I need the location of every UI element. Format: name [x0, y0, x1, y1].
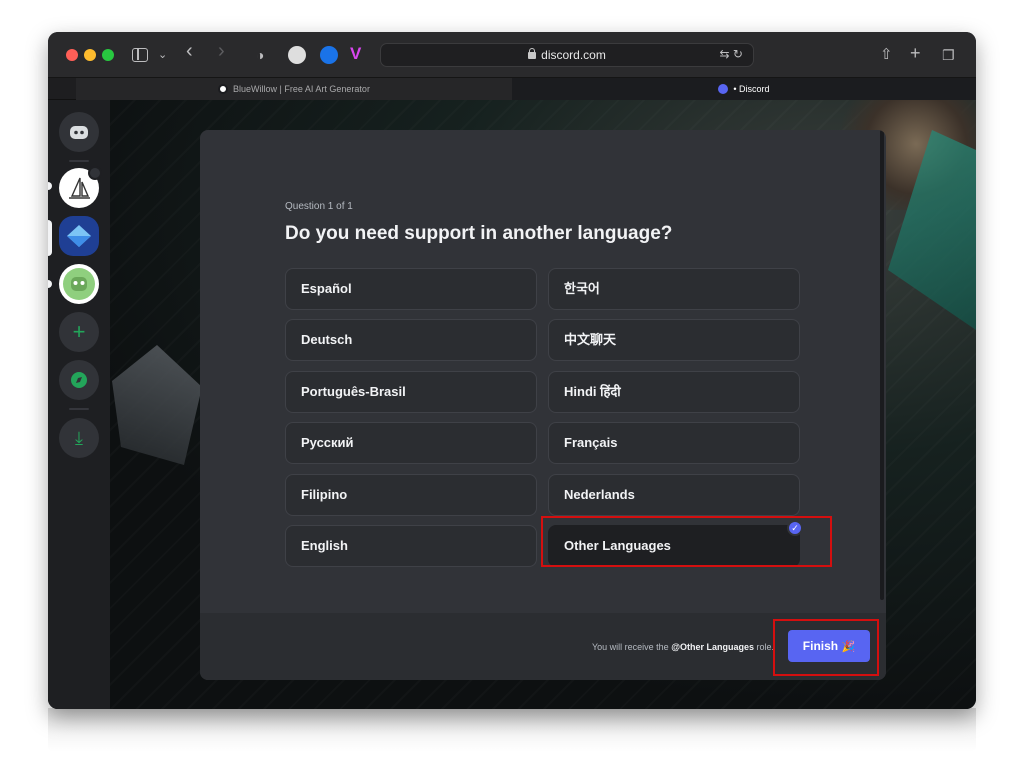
discord-home-icon[interactable] [59, 112, 99, 152]
minimize-window-button[interactable] [84, 49, 96, 61]
bluewillow-icon [218, 84, 229, 94]
address-bar[interactable]: discord.com ⇆ ↻ [380, 43, 754, 67]
translate-icon[interactable]: ⇆ ↻ [720, 47, 743, 61]
browser-toolbar: ⌄ ‹ › ◑ V discord.com ⇆ ↻ ⇧ + ❐ [48, 32, 976, 78]
option-label: Nederlands [564, 487, 635, 502]
finish-label: Finish [802, 639, 839, 653]
option-espanol[interactable]: Español [285, 268, 537, 310]
option-label: English [301, 538, 348, 553]
explore-compass-icon[interactable] [59, 360, 99, 400]
modal-body: Question 1 of 1 Do you need support in a… [200, 130, 886, 613]
extension-v-icon[interactable]: V [350, 43, 361, 65]
role-notice-prefix: You will receive the [591, 642, 672, 652]
shield-icon[interactable]: ◑ [256, 44, 264, 66]
option-deutsch[interactable]: Deutsch [285, 319, 537, 361]
onboarding-modal: Question 1 of 1 Do you need support in a… [200, 130, 886, 680]
tab-label: • Discord [733, 84, 770, 94]
tab-bluewillow[interactable]: BlueWillow | Free AI Art Generator [76, 78, 512, 100]
option-label: Français [564, 435, 618, 450]
sidebar-toggle-icon[interactable] [132, 48, 148, 62]
option-nederlands[interactable]: Nederlands [548, 474, 800, 516]
option-portugues-brasil[interactable]: Português-Brasil [285, 371, 537, 413]
download-apps-icon[interactable]: ⤓ [59, 418, 99, 458]
question-counter: Question 1 of 1 [285, 201, 353, 212]
option-label: Русский [301, 435, 354, 450]
close-window-button[interactable] [66, 49, 78, 61]
forward-arrow-icon[interactable]: › [218, 40, 225, 62]
tab-label: BlueWillow | Free AI Art Generator [233, 84, 370, 94]
server-separator [69, 160, 89, 162]
tab-discord[interactable]: • Discord [512, 78, 976, 100]
new-tab-icon[interactable]: + [910, 42, 921, 64]
address-text: discord.com [541, 48, 606, 62]
option-korean[interactable]: 한국어 [548, 268, 800, 310]
server-unread-pill [48, 182, 52, 190]
chevron-down-icon[interactable]: ⌄ [158, 44, 167, 66]
option-label: Deutsch [301, 332, 353, 347]
option-label: Hindi हिंदी [564, 384, 621, 399]
option-filipino[interactable]: Filipino [285, 474, 537, 516]
tab-bar: BlueWillow | Free AI Art Generator • Dis… [48, 78, 976, 100]
option-label: 한국어 [564, 281, 600, 296]
extension-icon-2[interactable] [320, 46, 338, 64]
server-unread-pill [48, 280, 52, 288]
option-label: Other Languages [564, 538, 671, 553]
server-midjourney-icon[interactable] [59, 166, 102, 208]
option-francais[interactable]: Français [548, 422, 800, 464]
background-art-polyhedron [112, 345, 202, 465]
zoom-window-button[interactable] [102, 49, 114, 61]
server-selected-pill [48, 220, 52, 256]
checkmark-icon: ✓ [787, 520, 803, 536]
option-russian[interactable]: Русский [285, 422, 537, 464]
share-icon[interactable]: ⇧ [880, 44, 893, 66]
discord-page: + ⤓ Question 1 of 1 Do you need support … [48, 100, 976, 709]
role-notice-suffix: role. [753, 642, 774, 652]
browser-window: ⌄ ‹ › ◑ V discord.com ⇆ ↻ ⇧ + ❐ BlueWill… [48, 32, 976, 709]
modal-scrollbar[interactable] [880, 130, 884, 600]
back-arrow-icon[interactable]: ‹ [186, 40, 193, 62]
screenshot-stage: ⌄ ‹ › ◑ V discord.com ⇆ ↻ ⇧ + ❐ BlueWill… [0, 0, 1024, 772]
option-label: Filipino [301, 487, 348, 502]
tab-overview-icon[interactable]: ❐ [942, 44, 955, 66]
option-other-languages[interactable]: Other Languages ✓ [548, 520, 803, 567]
finish-button[interactable]: Finish 🎉 [788, 630, 870, 662]
option-chinese[interactable]: 中文聊天 [548, 319, 800, 361]
server-list: + ⤓ [48, 100, 110, 709]
lock-icon [528, 48, 537, 59]
modal-footer: You will receive the @Other Languages ro… [200, 613, 886, 680]
server-robot-icon[interactable] [59, 264, 99, 304]
server-bluewillow-icon[interactable] [59, 216, 99, 256]
question-title: Do you need support in another language? [285, 223, 673, 244]
role-notice: You will receive the @Other Languages ro… [592, 642, 774, 652]
add-server-icon[interactable]: + [59, 312, 99, 352]
option-hindi[interactable]: Hindi हिंदी [548, 371, 800, 413]
option-label: Español [301, 281, 352, 296]
party-popper-icon: 🎉 [841, 641, 856, 653]
extension-icon-1[interactable] [288, 46, 306, 64]
option-english[interactable]: English [285, 525, 537, 567]
option-label: Português-Brasil [301, 384, 406, 399]
window-shadow [48, 708, 976, 752]
discord-icon [718, 84, 729, 94]
option-label: 中文聊天 [564, 332, 617, 347]
role-name: @Other Languages [671, 642, 754, 652]
server-separator [69, 408, 89, 410]
voice-badge-icon [88, 166, 102, 180]
